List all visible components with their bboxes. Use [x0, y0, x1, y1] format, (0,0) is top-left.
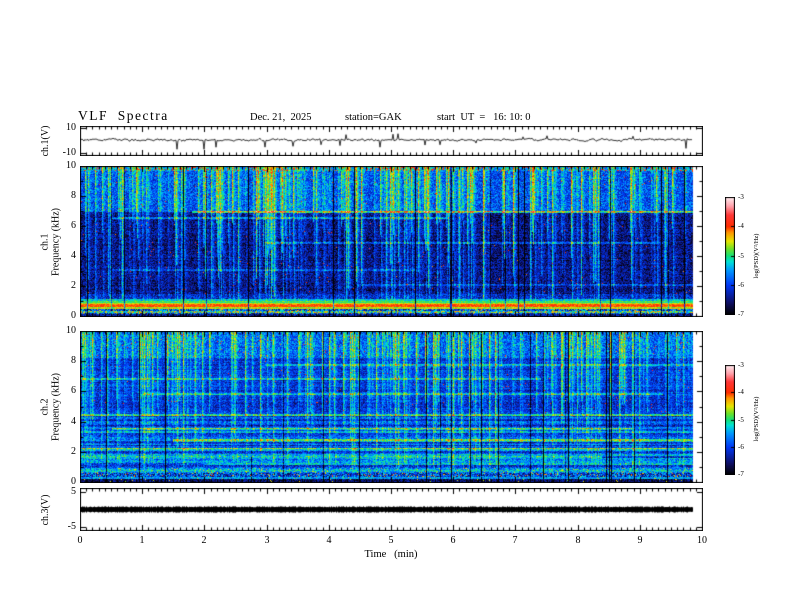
x-tick-label: 5 [388, 535, 394, 546]
colorbar-tick-label: -6 [738, 443, 744, 451]
x-tick-label: 0 [77, 535, 83, 546]
figure-title: VLF Spectra [78, 108, 169, 123]
x-tick-label: 2 [201, 535, 207, 546]
y-tick-label-ch1_spectrogram: 10 [66, 160, 76, 171]
y-tick-label-ch1_spectrogram: 0 [71, 310, 76, 321]
x-tick-label: 6 [450, 535, 456, 546]
x-tick-label: 1 [139, 535, 145, 546]
ch2-axis-label-line1: ch.2 [39, 398, 50, 416]
ch1-axis-label-line2: Frequency (kHz) [50, 207, 61, 276]
start-ut-label: start UT = 16: 10: 0 [437, 112, 531, 123]
ch2-frequency-axis-label: ch.2 Frequency (kHz) [39, 332, 61, 483]
vlf-spectra-figure: VLF Spectra Dec. 21, 2025 station=GAK st… [0, 0, 792, 612]
station-label: station=GAK [345, 112, 402, 123]
y-tick-label-ch1_spectrogram: 8 [71, 190, 76, 201]
ch1-voltage-axis-label: ch.1(V) [40, 125, 51, 157]
colorbar-tick-label: -3 [738, 361, 744, 369]
ch1-frequency-axis-label: ch.1 Frequency (kHz) [39, 166, 61, 317]
y-tick-label-ch2_spectrogram: 2 [71, 446, 76, 457]
y-tick-label-ch2_spectrogram: 6 [71, 385, 76, 396]
colorbar-tick-label: -3 [738, 193, 744, 201]
ch1-spectrogram-canvas [80, 166, 703, 317]
colorbar-tick-label: -7 [738, 470, 744, 478]
ch3-voltage-panel-canvas [80, 488, 703, 531]
colorbar-ch2-canvas [725, 365, 735, 475]
colorbar-tick-label: -6 [738, 281, 744, 289]
x-tick-label: 9 [637, 535, 643, 546]
y-tick-label-ch2_spectrogram: 8 [71, 355, 76, 366]
x-axis-title: Time (min) [364, 549, 418, 560]
colorbar-tick-label: -4 [738, 222, 744, 230]
y-tick-label-ch1_spectrogram: 2 [71, 280, 76, 291]
ch1-axis-label-line1: ch.1 [39, 233, 50, 250]
x-tick-label: 10 [697, 535, 707, 546]
colorbar-tick-label: -5 [738, 416, 744, 424]
y-tick-label-ch1_spectrogram: 6 [71, 220, 76, 231]
colorbar-ch1-canvas [725, 197, 735, 315]
y-tick-label-ch2_spectrogram: 4 [71, 416, 76, 427]
y-tick-label-ch3_waveform: 5 [71, 486, 76, 497]
ch1-voltage-panel-canvas [80, 126, 703, 156]
colorbar-tick-label: -4 [738, 388, 744, 396]
colorbar-tick-label: -7 [738, 310, 744, 318]
y-tick-label-ch1_spectrogram: 4 [71, 250, 76, 261]
y-tick-label-ch1_waveform: 10 [66, 122, 76, 133]
y-tick-label-ch1_waveform: -10 [62, 147, 76, 158]
x-tick-label: 3 [264, 535, 270, 546]
figure-date: Dec. 21, 2025 [250, 112, 312, 123]
ch2-axis-label-line2: Frequency (kHz) [50, 372, 61, 442]
x-tick-label: 4 [326, 535, 332, 546]
x-tick-label: 7 [512, 535, 518, 546]
ch3-voltage-axis-label: ch.3(V) [40, 494, 51, 525]
x-tick-label: 8 [575, 535, 581, 546]
y-tick-label-ch3_waveform: -5 [67, 521, 76, 532]
colorbar-tick-label: -5 [738, 252, 744, 260]
ch2-spectrogram-canvas [80, 331, 703, 483]
y-tick-label-ch2_spectrogram: 10 [66, 325, 76, 336]
